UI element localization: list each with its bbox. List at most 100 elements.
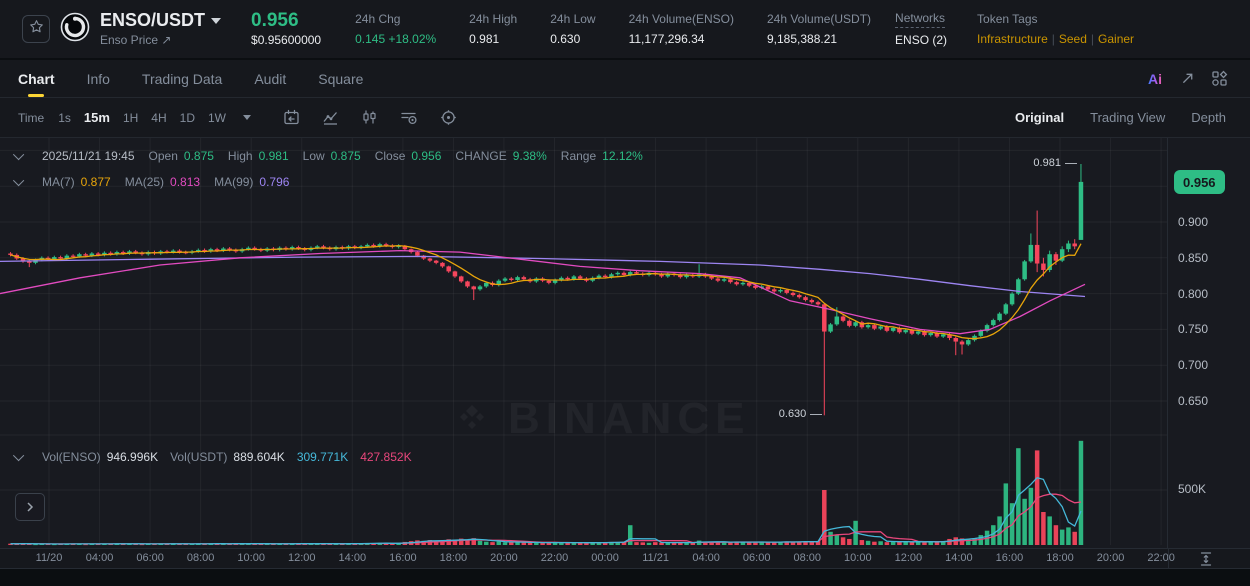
time-tick-label: 08:00 [187,552,215,564]
ohlc-item: Close0.956 [375,149,442,163]
time-tick-label: 22:00 [541,552,569,564]
tab-audit[interactable]: Audit [254,60,286,97]
view-depth[interactable]: Depth [1191,110,1226,125]
candle-datetime: 2025/11/21 19:45 [42,149,135,163]
ohlc-item-label: CHANGE [455,149,506,163]
ohlc-item-value: 0.981 [259,149,289,163]
time-tick-label: 16:00 [996,552,1024,564]
ohlc-item-value: 9.38% [513,149,547,163]
chart-canvas[interactable] [0,138,1168,548]
time-tick-label: 04:00 [86,552,114,564]
time-tick-label: 18:00 [440,552,468,564]
stat-label: 24h Low [550,12,595,26]
time-tick-label: 08:00 [793,552,821,564]
ohlc-item-label: High [228,149,253,163]
ai-assistant-button[interactable]: Ai [1148,71,1162,87]
interval-1s[interactable]: 1s [58,111,71,125]
ohlc-item: High 0.981 [228,149,289,163]
page-tabs: Chart Info Trading Data Audit Square Ai [0,60,1250,98]
token-tags-label: Token Tags [977,12,1134,26]
usd-price: $0.95600000 [251,34,321,48]
ma-item: MA(25)0.813 [125,175,200,189]
stat-value: 0.145 +18.02% [355,32,436,46]
price-tick-label: 0.650 [1178,394,1208,408]
ma-item: MA(99)0.796 [214,175,289,189]
pair-selector[interactable]: ENSO/USDT [100,11,221,31]
more-intervals-icon[interactable] [243,115,251,120]
star-icon [29,19,44,39]
pair-block: ENSO/USDT Enso Price ↗ [100,11,221,47]
time-tick-label: 14:00 [339,552,367,564]
header-stat: 24h Chg 0.145 +18.02% [355,12,436,46]
time-tick-label: 12:00 [895,552,923,564]
ohlc-item-value: 0.875 [331,149,361,163]
tab-trading-data[interactable]: Trading Data [142,60,222,97]
time-tick-label: 06:00 [136,552,164,564]
expand-panel-button[interactable] [15,493,45,521]
token-tags-column: Token Tags Infrastructure|Seed|Gainer [977,12,1134,46]
interval-4H[interactable]: 4H [151,111,166,125]
interval-1D[interactable]: 1D [180,111,195,125]
vol-item: 309.771K [297,450,348,464]
chart-region: BINANCE 2025/11/21 19:45 Open0.875High0.… [0,138,1250,586]
favorite-star-button[interactable] [22,15,50,43]
view-original[interactable]: Original [1015,110,1064,125]
apps-grid-icon[interactable] [1211,70,1228,87]
tab-chart[interactable]: Chart [18,60,55,97]
view-trading-view[interactable]: Trading View [1090,110,1165,125]
header-stats: 24h Chg 0.145 +18.02% 24h High 0.981 24h Low… [355,12,871,46]
networks-label[interactable]: Networks [895,11,945,28]
time-axis[interactable]: 11/2004:0006:0008:0010:0012:0014:0016:00… [0,548,1250,569]
ohlc-item: Range12.12% [561,149,643,163]
indicators-icon[interactable] [400,109,418,126]
pair-name: ENSO/USDT [100,11,205,31]
tab-square[interactable]: Square [318,60,363,97]
interval-1H[interactable]: 1H [123,111,138,125]
price-tick-label: 0.800 [1178,287,1208,301]
header-stat: 24h Volume(USDT) 9,185,388.21 [767,12,871,46]
vol-item-value: 889.604K [233,450,284,464]
low-annotation: 0.630 [752,408,822,420]
vol-item: Vol(ENSO)946.996K [42,450,158,464]
high-annotation: 0.981 [1007,157,1077,169]
time-tick-label: 20:00 [1097,552,1125,564]
stat-label: 24h Volume(USDT) [767,12,871,26]
time-tick-label: 18:00 [1046,552,1074,564]
token-tag[interactable]: Gainer [1098,32,1134,46]
interval-15m[interactable]: 15m [84,110,110,125]
stat-label: 24h High [469,12,517,26]
token-tag[interactable]: Seed [1059,32,1087,46]
stat-value: 0.630 [550,32,595,46]
stat-value: 0.981 [469,32,517,46]
ma-items: MA(7)0.877MA(25)0.813MA(99)0.796 [42,175,289,189]
chevron-down-icon [211,18,221,24]
vol-legend: Vol(ENSO)946.996KVol(USDT)889.604K309.77… [16,450,412,464]
ma-item-label: MA(25) [125,175,164,189]
chart-toolbar: Time 1s15m1H4H1D1W OriginalTrading ViewD… [0,98,1250,138]
vol-item-value: 946.996K [107,450,158,464]
current-price-badge: 0.956 [1174,170,1225,194]
time-tick-label: 00:00 [591,552,619,564]
stat-value: 9,185,388.21 [767,32,871,46]
token-tag[interactable]: Infrastructure [977,32,1048,46]
tab-info[interactable]: Info [87,60,110,97]
chart-style-icon[interactable] [322,109,339,126]
stat-label: 24h Volume(ENSO) [629,12,734,26]
volume-axis-label: 500K [1178,482,1206,496]
price-page-link[interactable]: Enso Price ↗ [100,34,221,47]
stat-value: 11,177,296.34 [629,32,734,46]
header-stat: 24h Low 0.630 [550,12,595,46]
expand-icon[interactable] [1180,71,1195,86]
date-jump-icon[interactable] [283,109,300,126]
interval-1W[interactable]: 1W [208,111,226,125]
ohlc-item-label: Close [375,149,406,163]
candles-icon[interactable] [361,109,378,126]
stat-label: 24h Chg [355,12,436,26]
time-tick-label: 10:00 [237,552,265,564]
time-tick-label: 11/21 [642,552,669,564]
ma-item-label: MA(7) [42,175,75,189]
ohlc-item-value: 12.12% [602,149,643,163]
ohlc-item: Low0.875 [303,149,361,163]
vol-item-value: 427.852K [360,450,411,464]
settings-gear-icon[interactable] [440,109,457,126]
